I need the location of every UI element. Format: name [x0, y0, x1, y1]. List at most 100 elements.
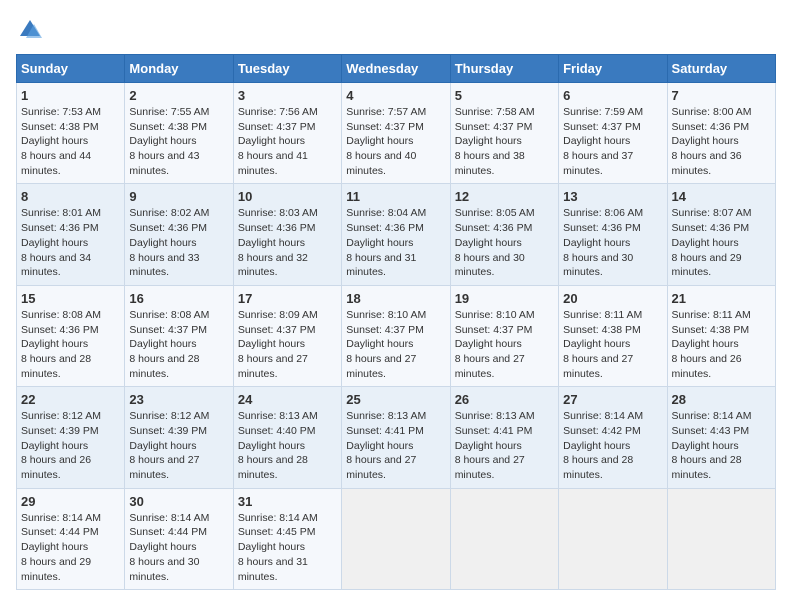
calendar-cell: 25 Sunrise: 8:13 AM Sunset: 4:41 PM Dayl…	[342, 387, 450, 488]
calendar-cell: 4 Sunrise: 7:57 AM Sunset: 4:37 PM Dayli…	[342, 83, 450, 184]
day-number: 26	[455, 392, 554, 407]
day-number: 4	[346, 88, 445, 103]
day-info: Sunrise: 8:01 AM Sunset: 4:36 PM Dayligh…	[21, 206, 120, 279]
calendar-cell: 16 Sunrise: 8:08 AM Sunset: 4:37 PM Dayl…	[125, 285, 233, 386]
calendar-cell: 15 Sunrise: 8:08 AM Sunset: 4:36 PM Dayl…	[17, 285, 125, 386]
day-number: 28	[672, 392, 771, 407]
calendar-cell: 29 Sunrise: 8:14 AM Sunset: 4:44 PM Dayl…	[17, 488, 125, 589]
day-number: 29	[21, 494, 120, 509]
calendar-body: 1 Sunrise: 7:53 AM Sunset: 4:38 PM Dayli…	[17, 83, 776, 590]
day-info: Sunrise: 8:14 AM Sunset: 4:42 PM Dayligh…	[563, 409, 662, 482]
calendar-cell: 31 Sunrise: 8:14 AM Sunset: 4:45 PM Dayl…	[233, 488, 341, 589]
calendar-cell	[559, 488, 667, 589]
day-number: 13	[563, 189, 662, 204]
weekday-header: Tuesday	[233, 55, 341, 83]
calendar-cell: 10 Sunrise: 8:03 AM Sunset: 4:36 PM Dayl…	[233, 184, 341, 285]
calendar-cell: 7 Sunrise: 8:00 AM Sunset: 4:36 PM Dayli…	[667, 83, 775, 184]
calendar-header: SundayMondayTuesdayWednesdayThursdayFrid…	[17, 55, 776, 83]
day-info: Sunrise: 8:02 AM Sunset: 4:36 PM Dayligh…	[129, 206, 228, 279]
calendar-week: 15 Sunrise: 8:08 AM Sunset: 4:36 PM Dayl…	[17, 285, 776, 386]
day-info: Sunrise: 8:06 AM Sunset: 4:36 PM Dayligh…	[563, 206, 662, 279]
day-info: Sunrise: 8:07 AM Sunset: 4:36 PM Dayligh…	[672, 206, 771, 279]
day-info: Sunrise: 8:08 AM Sunset: 4:37 PM Dayligh…	[129, 308, 228, 381]
calendar-cell: 22 Sunrise: 8:12 AM Sunset: 4:39 PM Dayl…	[17, 387, 125, 488]
day-number: 6	[563, 88, 662, 103]
day-number: 22	[21, 392, 120, 407]
day-info: Sunrise: 7:57 AM Sunset: 4:37 PM Dayligh…	[346, 105, 445, 178]
day-number: 14	[672, 189, 771, 204]
weekday-header: Sunday	[17, 55, 125, 83]
calendar-cell: 24 Sunrise: 8:13 AM Sunset: 4:40 PM Dayl…	[233, 387, 341, 488]
day-info: Sunrise: 8:05 AM Sunset: 4:36 PM Dayligh…	[455, 206, 554, 279]
weekday-header: Thursday	[450, 55, 558, 83]
day-info: Sunrise: 8:11 AM Sunset: 4:38 PM Dayligh…	[672, 308, 771, 381]
calendar-cell: 26 Sunrise: 8:13 AM Sunset: 4:41 PM Dayl…	[450, 387, 558, 488]
day-number: 7	[672, 88, 771, 103]
day-number: 20	[563, 291, 662, 306]
calendar-cell: 2 Sunrise: 7:55 AM Sunset: 4:38 PM Dayli…	[125, 83, 233, 184]
logo	[16, 16, 48, 44]
calendar-cell: 12 Sunrise: 8:05 AM Sunset: 4:36 PM Dayl…	[450, 184, 558, 285]
day-number: 3	[238, 88, 337, 103]
calendar-cell: 27 Sunrise: 8:14 AM Sunset: 4:42 PM Dayl…	[559, 387, 667, 488]
day-number: 18	[346, 291, 445, 306]
day-info: Sunrise: 8:09 AM Sunset: 4:37 PM Dayligh…	[238, 308, 337, 381]
day-number: 15	[21, 291, 120, 306]
day-number: 11	[346, 189, 445, 204]
day-number: 5	[455, 88, 554, 103]
day-info: Sunrise: 8:10 AM Sunset: 4:37 PM Dayligh…	[346, 308, 445, 381]
day-number: 9	[129, 189, 228, 204]
calendar-cell: 1 Sunrise: 7:53 AM Sunset: 4:38 PM Dayli…	[17, 83, 125, 184]
day-info: Sunrise: 8:08 AM Sunset: 4:36 PM Dayligh…	[21, 308, 120, 381]
calendar-cell: 18 Sunrise: 8:10 AM Sunset: 4:37 PM Dayl…	[342, 285, 450, 386]
calendar-cell	[667, 488, 775, 589]
day-number: 27	[563, 392, 662, 407]
day-info: Sunrise: 8:10 AM Sunset: 4:37 PM Dayligh…	[455, 308, 554, 381]
calendar-cell	[342, 488, 450, 589]
day-info: Sunrise: 8:14 AM Sunset: 4:44 PM Dayligh…	[129, 511, 228, 584]
day-info: Sunrise: 8:11 AM Sunset: 4:38 PM Dayligh…	[563, 308, 662, 381]
day-info: Sunrise: 8:14 AM Sunset: 4:43 PM Dayligh…	[672, 409, 771, 482]
day-number: 23	[129, 392, 228, 407]
day-number: 24	[238, 392, 337, 407]
calendar-cell: 9 Sunrise: 8:02 AM Sunset: 4:36 PM Dayli…	[125, 184, 233, 285]
day-info: Sunrise: 7:56 AM Sunset: 4:37 PM Dayligh…	[238, 105, 337, 178]
day-number: 10	[238, 189, 337, 204]
calendar-week: 8 Sunrise: 8:01 AM Sunset: 4:36 PM Dayli…	[17, 184, 776, 285]
day-info: Sunrise: 8:04 AM Sunset: 4:36 PM Dayligh…	[346, 206, 445, 279]
calendar-cell: 3 Sunrise: 7:56 AM Sunset: 4:37 PM Dayli…	[233, 83, 341, 184]
day-number: 12	[455, 189, 554, 204]
calendar-cell: 13 Sunrise: 8:06 AM Sunset: 4:36 PM Dayl…	[559, 184, 667, 285]
calendar-cell: 21 Sunrise: 8:11 AM Sunset: 4:38 PM Dayl…	[667, 285, 775, 386]
calendar-week: 22 Sunrise: 8:12 AM Sunset: 4:39 PM Dayl…	[17, 387, 776, 488]
day-info: Sunrise: 8:13 AM Sunset: 4:41 PM Dayligh…	[346, 409, 445, 482]
calendar-cell: 30 Sunrise: 8:14 AM Sunset: 4:44 PM Dayl…	[125, 488, 233, 589]
weekday-header: Wednesday	[342, 55, 450, 83]
day-number: 30	[129, 494, 228, 509]
day-info: Sunrise: 8:12 AM Sunset: 4:39 PM Dayligh…	[129, 409, 228, 482]
day-info: Sunrise: 7:53 AM Sunset: 4:38 PM Dayligh…	[21, 105, 120, 178]
calendar-cell: 28 Sunrise: 8:14 AM Sunset: 4:43 PM Dayl…	[667, 387, 775, 488]
day-info: Sunrise: 8:13 AM Sunset: 4:40 PM Dayligh…	[238, 409, 337, 482]
day-number: 2	[129, 88, 228, 103]
day-info: Sunrise: 8:03 AM Sunset: 4:36 PM Dayligh…	[238, 206, 337, 279]
day-number: 31	[238, 494, 337, 509]
day-number: 17	[238, 291, 337, 306]
calendar-cell: 5 Sunrise: 7:58 AM Sunset: 4:37 PM Dayli…	[450, 83, 558, 184]
calendar-cell: 8 Sunrise: 8:01 AM Sunset: 4:36 PM Dayli…	[17, 184, 125, 285]
weekday-row: SundayMondayTuesdayWednesdayThursdayFrid…	[17, 55, 776, 83]
calendar-week: 1 Sunrise: 7:53 AM Sunset: 4:38 PM Dayli…	[17, 83, 776, 184]
calendar-cell: 6 Sunrise: 7:59 AM Sunset: 4:37 PM Dayli…	[559, 83, 667, 184]
day-number: 1	[21, 88, 120, 103]
day-info: Sunrise: 7:59 AM Sunset: 4:37 PM Dayligh…	[563, 105, 662, 178]
day-info: Sunrise: 8:14 AM Sunset: 4:45 PM Dayligh…	[238, 511, 337, 584]
calendar-cell: 17 Sunrise: 8:09 AM Sunset: 4:37 PM Dayl…	[233, 285, 341, 386]
day-number: 8	[21, 189, 120, 204]
day-number: 16	[129, 291, 228, 306]
calendar-cell: 11 Sunrise: 8:04 AM Sunset: 4:36 PM Dayl…	[342, 184, 450, 285]
day-info: Sunrise: 7:55 AM Sunset: 4:38 PM Dayligh…	[129, 105, 228, 178]
day-number: 25	[346, 392, 445, 407]
day-number: 21	[672, 291, 771, 306]
calendar-cell: 20 Sunrise: 8:11 AM Sunset: 4:38 PM Dayl…	[559, 285, 667, 386]
calendar-cell: 19 Sunrise: 8:10 AM Sunset: 4:37 PM Dayl…	[450, 285, 558, 386]
